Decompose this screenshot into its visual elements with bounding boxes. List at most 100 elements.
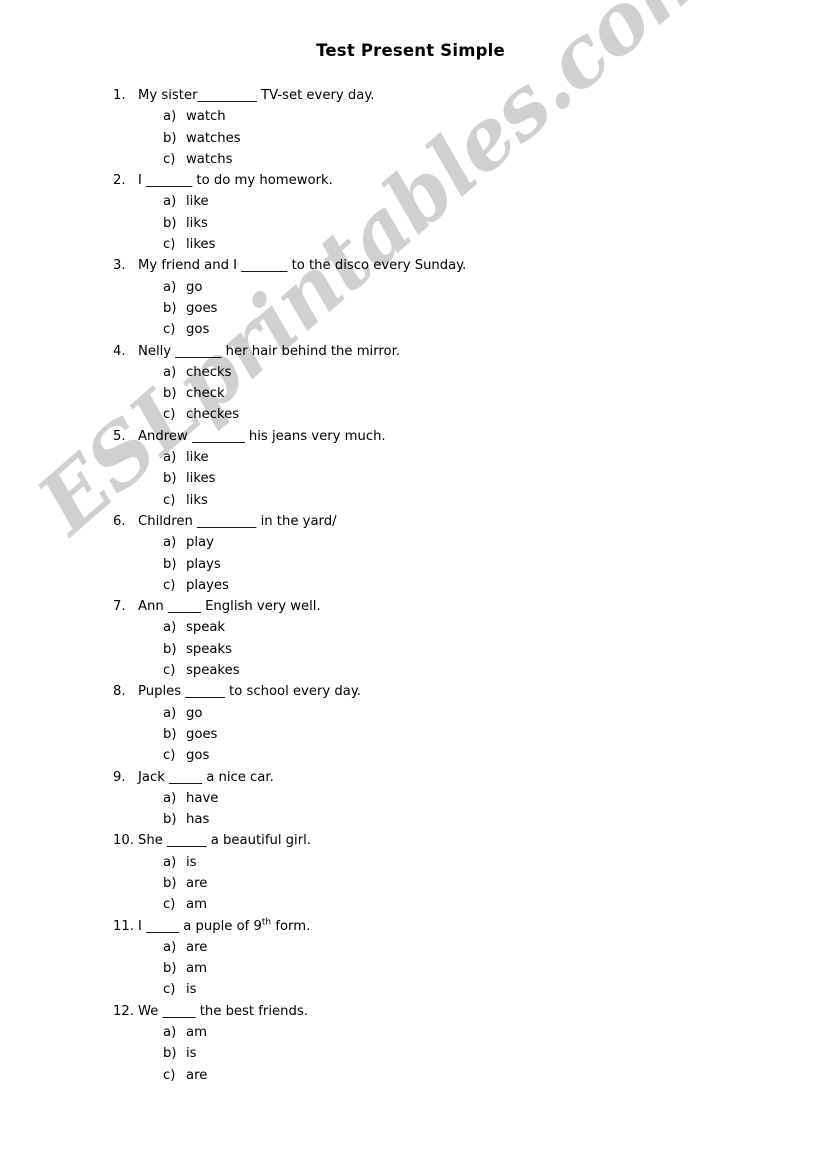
option-letter: b) [163,215,177,231]
answer-option[interactable]: b) goes [113,724,773,745]
answer-option[interactable]: b) watches [113,128,773,149]
option-text: speak [186,620,226,636]
option-letter: b) [163,726,177,742]
answer-option[interactable]: a) go [113,277,773,298]
question-block: 6. Children _________ in the yard/a) play b… [113,511,773,596]
option-letter: b) [163,961,177,977]
answer-option[interactable]: c) are [113,1065,773,1086]
answer-option[interactable]: c) playes [113,575,773,596]
option-text: like [186,194,209,210]
answer-option[interactable]: a) like [113,447,773,468]
answer-option[interactable]: b) goes [113,298,773,319]
answer-option[interactable]: b) likes [113,468,773,489]
answer-option[interactable]: a) go [113,703,773,724]
answer-option[interactable]: a) speak [113,617,773,638]
question-prompt: Nelly _______ her hair behind the mirror… [138,343,401,359]
option-text: liks [186,215,208,231]
answer-option[interactable]: b) am [113,958,773,979]
answer-option[interactable]: b) check [113,383,773,404]
question-line: 12. We _____ the best friends. [113,1001,773,1022]
question-prompt: My friend and I _______ to the disco eve… [138,258,467,274]
option-letter: b) [163,386,177,402]
question-number: 7. [113,599,126,615]
answer-option[interactable]: c) watchs [113,149,773,170]
option-letter: b) [163,875,177,891]
option-text: am [186,1025,207,1041]
option-text: playes [186,577,229,593]
answer-option[interactable]: c) liks [113,490,773,511]
option-text: play [186,535,214,551]
answer-option[interactable]: b) plays [113,554,773,575]
question-number: 3. [113,258,126,274]
option-letter: c) [163,1067,176,1083]
option-text: are [186,939,208,955]
question-prompt: Children _________ in the yard/ [138,513,337,529]
option-text: is [186,982,197,998]
option-letter: b) [163,471,177,487]
page-title: Test Present Simple [316,41,505,60]
option-letter: a) [163,535,177,551]
option-text: checkes [186,407,240,423]
answer-option[interactable]: c) is [113,979,773,1000]
option-letter: a) [163,939,177,955]
option-text: likes [186,471,216,487]
question-prompt: Jack _____ a nice car. [138,769,274,785]
question-prompt: We _____ the best friends. [138,1003,308,1019]
answer-option[interactable]: c) gos [113,319,773,340]
option-text: is [186,1046,197,1062]
question-list: 1. My sister_________ TV-set every day. a)… [113,85,773,1086]
question-number: 5. [113,428,126,444]
answer-option[interactable]: b) are [113,873,773,894]
answer-option[interactable]: a) like [113,191,773,212]
answer-option[interactable]: a) am [113,1022,773,1043]
question-number: 12. [113,1003,134,1019]
question-line: 5. Andrew ________ his jeans very much. [113,426,773,447]
option-letter: a) [163,854,177,870]
option-text: likes [186,237,216,253]
option-letter: b) [163,556,177,572]
option-letter: c) [163,982,176,998]
option-text: watchs [186,151,233,167]
question-prompt: I _____ a puple of 9th form. [138,916,310,937]
answer-option[interactable]: a) have [113,788,773,809]
option-text: check [186,386,225,402]
question-line: 1. My sister_________ TV-set every day. [113,85,773,106]
question-block: 12. We _____ the best friends. a) am b) is c) a… [113,1001,773,1086]
question-number: 9. [113,769,126,785]
option-letter: a) [163,279,177,295]
answer-option[interactable]: a) are [113,937,773,958]
answer-option[interactable]: a) is [113,852,773,873]
answer-option[interactable]: b) speaks [113,639,773,660]
answer-option[interactable]: b) is [113,1043,773,1064]
answer-option[interactable]: c) gos [113,745,773,766]
option-text: goes [186,726,218,742]
option-letter: a) [163,790,177,806]
question-line: 7. Ann _____ English very well. [113,596,773,617]
option-letter: b) [163,641,177,657]
option-letter: a) [163,364,177,380]
answer-option[interactable]: c) likes [113,234,773,255]
question-number: 11. [113,918,134,934]
answer-option[interactable]: a) watch [113,106,773,127]
answer-option[interactable]: a) play [113,532,773,553]
answer-option[interactable]: b) has [113,809,773,830]
answer-option[interactable]: a) checks [113,362,773,383]
option-letter: c) [163,748,176,764]
option-text: am [186,897,207,913]
option-text: goes [186,300,218,316]
answer-option[interactable]: b) liks [113,213,773,234]
option-letter: c) [163,407,176,423]
question-block: 10. She ______ a beautiful girl. a) is b) are… [113,830,773,915]
ordinal-suffix: th [261,917,272,928]
question-number: 8. [113,684,126,700]
option-letter: b) [163,300,177,316]
question-number: 6. [113,513,126,529]
option-letter: a) [163,620,177,636]
answer-option[interactable]: c) checkes [113,404,773,425]
answer-option[interactable]: c) speakes [113,660,773,681]
option-text: has [186,812,210,828]
option-text: speakes [186,663,240,679]
answer-option[interactable]: c) am [113,894,773,915]
option-letter: a) [163,1025,177,1041]
question-block: 1. My sister_________ TV-set every day. a)… [113,85,773,170]
